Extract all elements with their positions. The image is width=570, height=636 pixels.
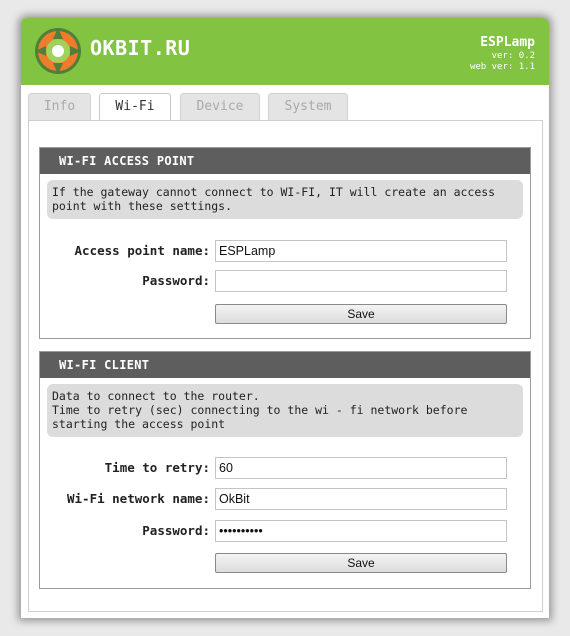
access-point-section: WI-FI ACCESS POINT If the gateway cannot… [39, 147, 531, 339]
access-point-note: If the gateway cannot connect to WI-FI, … [47, 180, 523, 219]
access-point-title: WI-FI ACCESS POINT [40, 148, 530, 174]
network-row: Wi-Fi network name: [40, 488, 530, 510]
ap-password-label: Password: [142, 273, 210, 288]
client-section: WI-FI CLIENT Data to connect to the rout… [39, 351, 531, 589]
tab-panel: WI-FI ACCESS POINT If the gateway cannot… [28, 120, 543, 612]
network-label: Wi-Fi network name: [67, 491, 210, 506]
ap-password-row: Password: [40, 270, 530, 292]
tab-device[interactable]: Device [180, 93, 260, 120]
ap-name-label: Access point name: [74, 243, 210, 258]
client-note: Data to connect to the router. Time to r… [47, 384, 523, 437]
access-point-note-line: point with these settings. [52, 199, 233, 213]
tab-system[interactable]: System [268, 93, 348, 120]
client-title: WI-FI CLIENT [40, 352, 530, 378]
ap-password-input[interactable] [215, 270, 507, 292]
client-note-line: Data to connect to the router. [52, 389, 260, 403]
web-version: web ver: 1.1 [469, 62, 535, 72]
app-window: OKBIT.RU ESPLamp ver: 0.2 web ver: 1.1 I… [21, 18, 549, 618]
brand-title: OKBIT.RU [90, 36, 191, 60]
access-point-note-line: If the gateway cannot connect to WI-FI, … [52, 185, 496, 199]
client-note-line: Time to retry (sec) connecting to the wi… [52, 403, 468, 417]
ap-name-row: Access point name: [40, 240, 530, 262]
ap-save-button[interactable]: Save [215, 304, 507, 324]
retry-row: Time to retry: [40, 457, 530, 479]
client-save-button[interactable]: Save [215, 553, 507, 573]
header-bar: OKBIT.RU ESPLamp ver: 0.2 web ver: 1.1 [21, 18, 549, 85]
device-meta: ESPLamp ver: 0.2 web ver: 1.1 [470, 35, 535, 73]
client-password-label: Password: [142, 523, 210, 538]
tab-info[interactable]: Info [28, 93, 91, 120]
firmware-version: ver: 0.2 [491, 51, 535, 61]
client-password-input[interactable] [215, 520, 507, 542]
retry-label: Time to retry: [104, 460, 210, 475]
retry-input[interactable] [215, 457, 507, 479]
tab-wifi[interactable]: Wi-Fi [99, 93, 171, 122]
network-name-input[interactable] [215, 488, 507, 510]
client-password-row: Password: [40, 520, 530, 542]
okbit-logo-icon [35, 28, 81, 74]
client-note-line: starting the access point [52, 417, 226, 431]
ap-name-input[interactable] [215, 240, 507, 262]
device-name: ESPLamp [480, 35, 535, 50]
